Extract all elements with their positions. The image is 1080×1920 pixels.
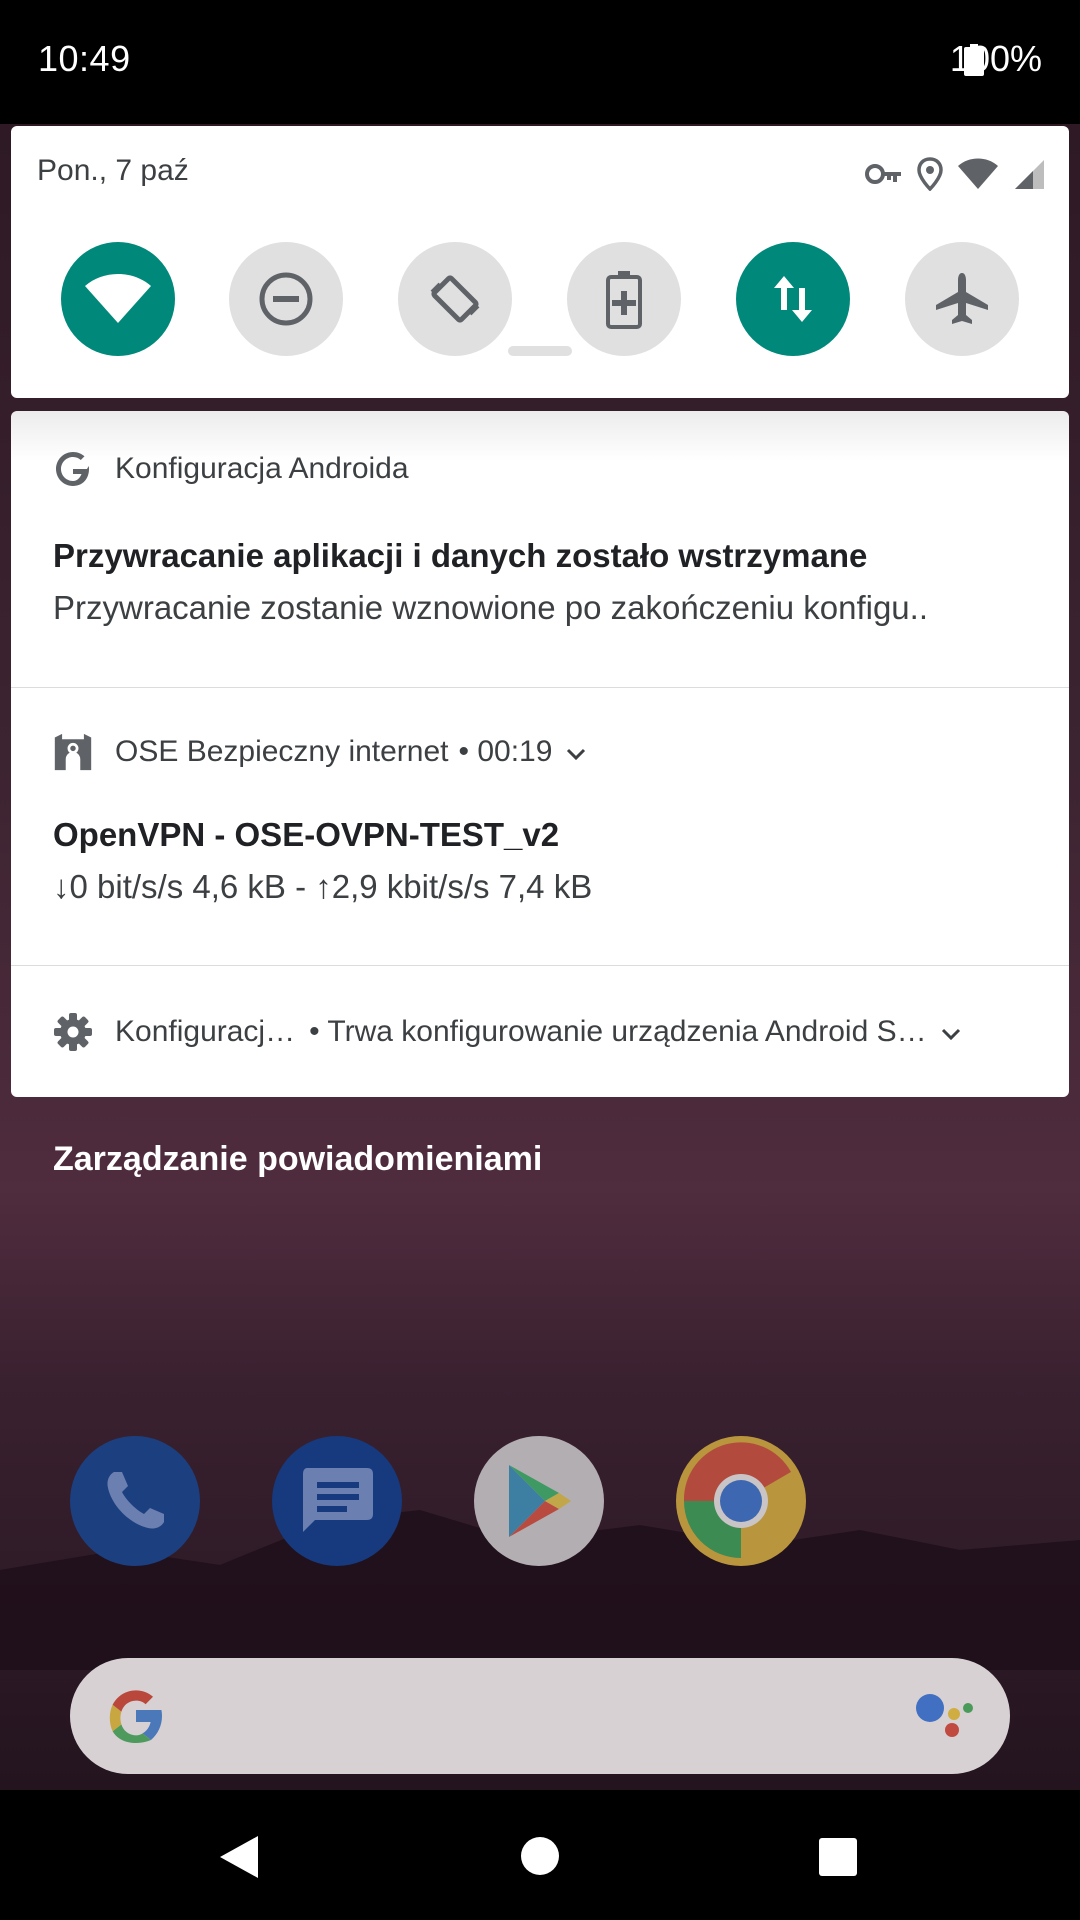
play-store-icon[interactable] xyxy=(474,1436,604,1566)
mobile-data-icon xyxy=(774,276,812,322)
battery-saver-icon xyxy=(606,271,642,329)
ose-shield-icon xyxy=(53,732,93,772)
tile-battery-saver[interactable] xyxy=(567,242,681,356)
notification-setup-collapsed[interactable]: Konfiguracj… • Trwa konfigurowanie urząd… xyxy=(11,966,1069,1097)
notification-text: • Trwa konfigurowanie urządzenia Android… xyxy=(309,1015,927,1048)
notification-app-name: Konfiguracj… xyxy=(115,1015,296,1048)
navigation-bar xyxy=(0,1790,1080,1920)
quick-settings-panel: Pon., 7 paź xyxy=(11,126,1069,398)
notification-header: OSE Bezpieczny internet • 00:19 xyxy=(53,732,586,772)
notification-time: • 00:19 xyxy=(458,735,553,768)
date-label: Pon., 7 paź xyxy=(37,154,189,187)
messages-app-icon[interactable] xyxy=(272,1436,402,1566)
home-icon[interactable] xyxy=(520,1836,560,1876)
notification-ose-vpn[interactable]: OSE Bezpieczny internet • 00:19 OpenVPN … xyxy=(11,688,1069,965)
tile-do-not-disturb[interactable] xyxy=(229,242,343,356)
back-icon[interactable] xyxy=(218,1834,260,1880)
auto-rotate-icon xyxy=(430,275,480,323)
status-bar: 10:49 100% xyxy=(0,0,1080,124)
chevron-down-icon[interactable] xyxy=(941,1015,961,1049)
tile-mobile-data[interactable] xyxy=(736,242,850,356)
manage-notifications-button[interactable]: Zarządzanie powiadomieniami xyxy=(53,1140,542,1179)
qs-status-icons xyxy=(865,156,1045,192)
tile-auto-rotate[interactable] xyxy=(398,242,512,356)
notification-app-name: Konfiguracja Androida xyxy=(115,452,409,485)
google-g-icon xyxy=(53,449,93,489)
notification-app-name: OSE Bezpieczny internet xyxy=(115,735,449,768)
tile-airplane-mode[interactable] xyxy=(905,242,1019,356)
notification-title: Przywracanie aplikacji i danych zostało … xyxy=(53,537,868,574)
recents-icon[interactable] xyxy=(818,1837,858,1877)
airplane-mode-icon xyxy=(936,273,988,324)
notification-header: Konfiguracj… • Trwa konfigurowanie urząd… xyxy=(53,1012,961,1052)
do-not-disturb-icon xyxy=(259,272,313,326)
chrome-icon[interactable] xyxy=(676,1436,806,1566)
status-time: 10:49 xyxy=(38,38,131,79)
gear-icon xyxy=(53,1012,93,1052)
notification-header: Konfiguracja Androida xyxy=(53,449,409,489)
location-icon xyxy=(917,157,943,191)
vpn-key-icon xyxy=(865,164,901,184)
tile-wifi[interactable] xyxy=(61,242,175,356)
wifi-signal-icon xyxy=(958,158,998,189)
google-search-bar[interactable] xyxy=(70,1658,1010,1774)
phone-app-icon[interactable] xyxy=(70,1436,200,1566)
cell-signal-icon xyxy=(1015,160,1044,189)
notification-title: OpenVPN - OSE-OVPN-TEST_v2 xyxy=(53,816,560,853)
qs-expand-handle[interactable] xyxy=(508,346,572,356)
notification-text: ↓0 bit/s/s 4,6 kB - ↑2,9 kbit/s/s 7,4 kB xyxy=(53,868,593,905)
notification-android-setup[interactable]: Konfiguracja Androida Przywracanie aplik… xyxy=(11,411,1069,687)
google-g-icon xyxy=(109,1690,162,1743)
assistant-icon xyxy=(916,1694,973,1737)
chevron-down-icon[interactable] xyxy=(566,735,586,769)
wifi-icon xyxy=(85,274,151,323)
battery-percent: 100% xyxy=(949,38,1042,79)
notification-text: Przywracanie zostanie wznowione po zakoń… xyxy=(53,589,928,626)
